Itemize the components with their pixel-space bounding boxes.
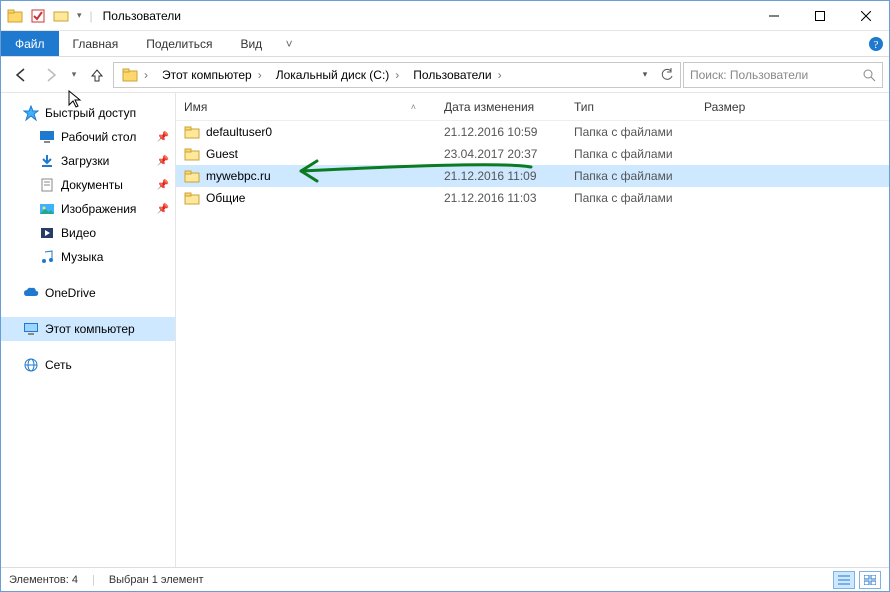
view-icons-button[interactable] — [859, 571, 881, 589]
tab-share[interactable]: Поделиться — [132, 31, 226, 56]
nav-network[interactable]: Сеть — [1, 353, 175, 377]
close-button[interactable] — [843, 1, 889, 31]
table-row[interactable]: defaultuser021.12.2016 10:59Папка с файл… — [176, 121, 889, 143]
pin-icon: 📌 — [157, 156, 169, 167]
nav-onedrive[interactable]: OneDrive — [1, 281, 175, 305]
search-placeholder: Поиск: Пользователи — [690, 68, 862, 82]
history-dropdown-icon[interactable]: ▾ — [67, 61, 81, 89]
col-date[interactable]: Дата изменения — [436, 100, 566, 114]
ribbon-collapse-icon[interactable]: ˅ — [276, 31, 302, 56]
desktop-icon — [39, 129, 55, 145]
refresh-button[interactable] — [656, 63, 678, 87]
table-row[interactable]: Guest23.04.2017 20:37Папка с файлами — [176, 143, 889, 165]
address-bar[interactable]: › Этот компьютер› Локальный диск (C:)› П… — [113, 62, 681, 88]
folder-icon — [184, 168, 200, 184]
minimize-button[interactable] — [751, 1, 797, 31]
table-row[interactable]: Общие21.12.2016 11:03Папка с файлами — [176, 187, 889, 209]
crumb-users[interactable]: Пользователи› — [407, 63, 509, 87]
crumb-root-icon[interactable]: › — [116, 63, 156, 87]
nav-music[interactable]: Музыка — [1, 245, 175, 269]
videos-icon — [39, 225, 55, 241]
title-bar: ▾ | Пользователи — [1, 1, 889, 31]
folder-icon — [184, 124, 200, 140]
nav-desktop[interactable]: Рабочий стол📌 — [1, 125, 175, 149]
file-rows: defaultuser021.12.2016 10:59Папка с файл… — [176, 121, 889, 567]
navigation-pane: Быстрый доступ Рабочий стол📌 Загрузки📌 Д… — [1, 93, 176, 567]
tab-file[interactable]: Файл — [1, 31, 59, 56]
music-icon — [39, 249, 55, 265]
cloud-icon — [23, 285, 39, 301]
col-name[interactable]: Имя˄ — [176, 100, 436, 114]
pin-icon: 📌 — [157, 180, 169, 191]
pin-icon: 📌 — [157, 132, 169, 143]
pin-icon: 📌 — [157, 204, 169, 215]
nav-this-pc[interactable]: Этот компьютер — [1, 317, 175, 341]
ribbon-tabs: Файл Главная Поделиться Вид ˅ ? — [1, 31, 889, 57]
up-button[interactable] — [83, 61, 111, 89]
column-headers: Имя˄ Дата изменения Тип Размер — [176, 93, 889, 121]
tab-home[interactable]: Главная — [59, 31, 133, 56]
sort-indicator-icon: ˄ — [411, 102, 416, 112]
qat-item-icon[interactable] — [31, 9, 45, 23]
download-icon — [39, 153, 55, 169]
nav-documents[interactable]: Документы📌 — [1, 173, 175, 197]
qat-folder-icon[interactable] — [53, 9, 69, 23]
search-icon — [862, 68, 876, 82]
crumb-thispc[interactable]: Этот компьютер› — [156, 63, 270, 87]
status-bar: Элементов: 4 | Выбран 1 элемент — [1, 567, 889, 591]
qat-dropdown-icon[interactable]: ▾ — [77, 10, 82, 21]
nav-quick-access[interactable]: Быстрый доступ — [1, 101, 175, 125]
view-details-button[interactable] — [833, 571, 855, 589]
nav-downloads[interactable]: Загрузки📌 — [1, 149, 175, 173]
window-title: Пользователи — [93, 9, 181, 23]
back-button[interactable] — [7, 61, 35, 89]
folder-icon — [184, 146, 200, 162]
col-type[interactable]: Тип — [566, 100, 696, 114]
svg-text:?: ? — [874, 39, 879, 51]
address-dropdown-icon[interactable]: ▾ — [634, 63, 656, 87]
pictures-icon — [39, 201, 55, 217]
quick-access-toolbar: ▾ | — [1, 8, 93, 24]
status-count: Элементов: 4 — [9, 574, 78, 586]
navigation-bar: ▾ › Этот компьютер› Локальный диск (C:)›… — [1, 57, 889, 93]
status-selection: Выбран 1 элемент — [109, 574, 204, 586]
table-row[interactable]: mywebpc.ru21.12.2016 11:09Папка с файлам… — [176, 165, 889, 187]
star-icon — [23, 105, 39, 121]
help-icon[interactable]: ? — [863, 31, 889, 56]
forward-button[interactable] — [37, 61, 65, 89]
documents-icon — [39, 177, 55, 193]
tab-view[interactable]: Вид — [226, 31, 276, 56]
folder-app-icon — [7, 8, 23, 24]
nav-videos[interactable]: Видео — [1, 221, 175, 245]
folder-icon — [184, 190, 200, 206]
nav-pictures[interactable]: Изображения📌 — [1, 197, 175, 221]
crumb-drive[interactable]: Локальный диск (C:)› — [270, 63, 408, 87]
network-icon — [23, 357, 39, 373]
search-input[interactable]: Поиск: Пользователи — [683, 62, 883, 88]
pc-icon — [23, 321, 39, 337]
file-list-pane: Имя˄ Дата изменения Тип Размер defaultus… — [176, 93, 889, 567]
col-size[interactable]: Размер — [696, 100, 796, 114]
maximize-button[interactable] — [797, 1, 843, 31]
